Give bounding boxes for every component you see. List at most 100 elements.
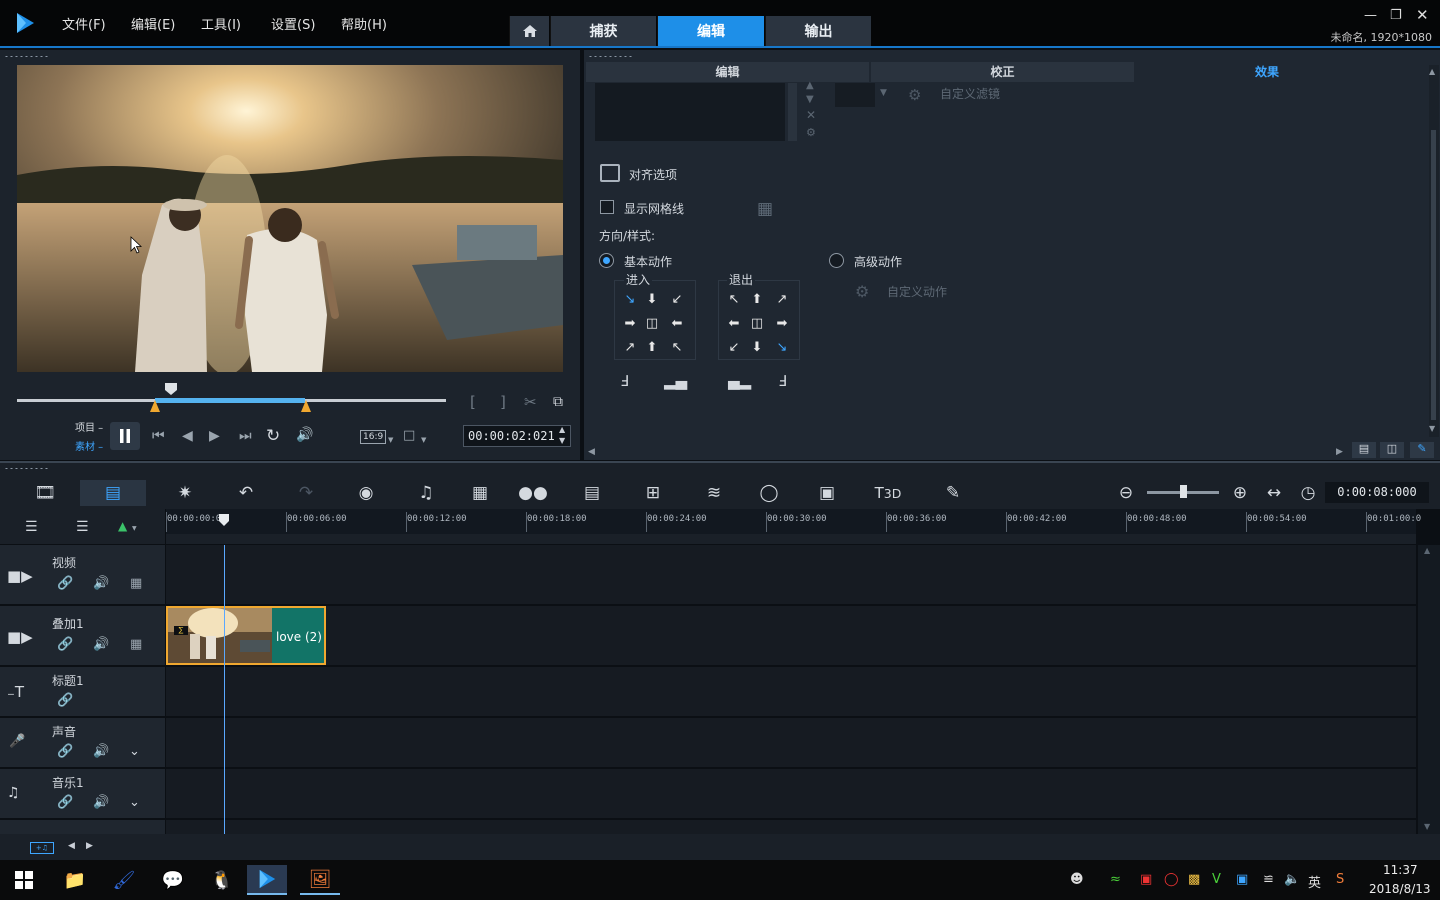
alignment-options-icon[interactable]	[600, 164, 620, 182]
grid-settings-icon[interactable]: ▦	[757, 199, 773, 219]
move-filter-down-icon[interactable]: ▼	[806, 94, 814, 105]
zoom-slider-handle[interactable]	[1180, 485, 1187, 498]
advanced-motion-label[interactable]: 高级动作	[854, 253, 902, 270]
menu-file[interactable]: 文件(F)	[62, 14, 106, 33]
mute-icon[interactable]: 🔊	[93, 744, 109, 759]
alignment-options-label[interactable]: 对齐选项	[629, 166, 677, 183]
exit-bottom-button[interactable]: ⬇	[748, 338, 766, 356]
split-screen-icon[interactable]: ✎	[937, 480, 969, 506]
tab-capture[interactable]: 捕获	[550, 16, 656, 46]
layout-dual-icon[interactable]: ◫	[1380, 442, 1404, 458]
wechat-icon[interactable]: 💬	[153, 865, 193, 895]
options-tab-effect[interactable]: 效果	[1136, 62, 1398, 82]
link-icon[interactable]: 🔗	[57, 693, 73, 708]
track-header-overlay[interactable]: ■▶ 叠加1 🔗 🔊 ▦	[0, 606, 165, 666]
menu-edit[interactable]: 编辑(E)	[131, 14, 175, 33]
exit-right-button[interactable]: ➡	[773, 314, 791, 332]
custom-filter-icon[interactable]: ⚙	[908, 86, 921, 104]
enlarge-preview-icon[interactable]: ⧉	[553, 394, 563, 410]
minimize-button[interactable]: —	[1364, 8, 1377, 23]
link-icon[interactable]: 🔗	[57, 576, 73, 591]
add-track-icon[interactable]: ☰	[76, 519, 89, 535]
exit-top-button[interactable]: ⬆	[748, 290, 766, 308]
aspect-ratio-dropdown[interactable]: 16:9	[360, 430, 387, 444]
tab-share[interactable]: 输出	[765, 16, 871, 46]
custom-motion-icon[interactable]: ⚙	[855, 282, 869, 301]
tl-scroll-right-icon[interactable]: ▶	[86, 841, 93, 851]
remove-filter-icon[interactable]: ✕	[806, 108, 816, 122]
chapter-cue-icon[interactable]: ▲	[118, 519, 127, 533]
track-row-video[interactable]	[166, 545, 1416, 605]
speaker-icon[interactable]: 🔈	[1284, 872, 1300, 887]
tray-app-red-icon[interactable]: ▣	[1140, 872, 1152, 887]
enter-left-button[interactable]: ➡	[621, 314, 639, 332]
enter-bottom-right-button[interactable]: ↖	[668, 338, 686, 356]
go-to-start-icon[interactable]: ⏮	[152, 428, 165, 444]
enter-right-button[interactable]: ⬅	[668, 314, 686, 332]
tl-scroll-up-icon[interactable]: ▲	[1424, 546, 1430, 555]
exit-bottom-right-button[interactable]: ↘	[773, 338, 791, 356]
time-remapping-icon[interactable]: ≋	[698, 480, 730, 506]
record-capture-icon[interactable]: ◉	[350, 480, 382, 506]
aspect-dropdown-chevron-icon[interactable]: ▼	[388, 436, 393, 444]
add-track-footer-icon[interactable]: +♫	[30, 842, 54, 854]
enter-bottom-button[interactable]: ⬆	[643, 338, 661, 356]
track-row-music[interactable]	[166, 769, 1416, 819]
network-icon[interactable]: ≌	[1263, 872, 1274, 887]
track-header-title[interactable]: ₋T 标题1 🔗	[0, 667, 165, 717]
mute-icon[interactable]: 🔊	[93, 637, 109, 652]
split-clip-icon[interactable]: ✂	[524, 393, 537, 411]
mode-clip-label[interactable]: 素材 –	[75, 438, 103, 453]
ripple-edit-icon[interactable]: ▦	[130, 637, 142, 652]
qq-icon[interactable]: 🐧	[202, 865, 242, 895]
panel-grip[interactable]	[588, 55, 632, 58]
zoom-out-icon[interactable]: ⊖	[1110, 480, 1142, 506]
exit-top-left-button[interactable]: ↖	[725, 290, 743, 308]
mute-icon[interactable]: 🔊	[93, 576, 109, 591]
scroll-up-icon[interactable]: ▲	[1429, 67, 1435, 76]
custom-motion-label[interactable]: 自定义动作	[887, 283, 947, 300]
basic-motion-label[interactable]: 基本动作	[624, 253, 672, 270]
start-button[interactable]	[4, 865, 44, 895]
fade-in-rotate-icon[interactable]: Ⅎ	[620, 372, 629, 390]
link-icon[interactable]: 🔗	[57, 744, 73, 759]
show-grid-checkbox[interactable]	[600, 200, 614, 214]
options-scroll-thumb[interactable]	[1431, 130, 1436, 420]
trim-out-handle[interactable]	[301, 400, 311, 412]
exit-center-button[interactable]: ◫	[748, 314, 766, 332]
options-tab-correction[interactable]: 校正	[871, 62, 1134, 82]
filter-settings-icon[interactable]: ⚙	[806, 126, 816, 139]
repeat-icon[interactable]: ↻	[266, 426, 280, 446]
timeline-v-scrollbar[interactable]	[1418, 545, 1440, 834]
exit-top-right-button[interactable]: ↗	[773, 290, 791, 308]
zoom-in-icon[interactable]: ⊕	[1224, 480, 1256, 506]
crop-dropdown-chevron-icon[interactable]: ▼	[421, 436, 426, 444]
track-header-music[interactable]: ♫ 音乐1 🔗 🔊 ⌄	[0, 769, 165, 819]
go-to-end-icon[interactable]: ⏭	[239, 428, 252, 444]
storyboard-view-icon[interactable]: 🎞	[29, 480, 61, 506]
crop-tool-icon[interactable]: □	[403, 428, 415, 443]
tray-app-circle-icon[interactable]: ◯	[1164, 872, 1179, 887]
track-row-voice[interactable]	[166, 718, 1416, 768]
clock-date[interactable]: 2018/8/13	[1369, 882, 1431, 896]
chapter-cue-chevron-icon[interactable]: ▼	[132, 525, 137, 532]
mute-icon[interactable]: 🔊	[93, 795, 109, 810]
track-row-title[interactable]	[166, 667, 1416, 717]
close-button[interactable]: ✕	[1416, 6, 1429, 24]
mark-out-button[interactable]: ]	[500, 393, 506, 411]
tl-scroll-left-icon[interactable]: ◀	[68, 841, 75, 851]
pan-zoom-icon[interactable]: ▣	[811, 480, 843, 506]
tab-edit[interactable]: 编辑	[657, 16, 764, 46]
enter-top-left-button[interactable]: ↘	[621, 290, 639, 308]
tray-app-green-icon[interactable]: V	[1212, 872, 1221, 887]
next-frame-icon[interactable]: ▶	[209, 428, 220, 444]
sogou-input-icon[interactable]: S	[1336, 872, 1344, 887]
layout-single-icon[interactable]: ▤	[1352, 442, 1376, 458]
link-icon[interactable]: 🔗	[57, 637, 73, 652]
filter-preset-chevron-icon[interactable]: ▼	[880, 88, 887, 98]
expand-chevron-icon[interactable]: ⌄	[129, 795, 140, 810]
scroll-right-icon[interactable]: ▶	[1336, 447, 1343, 457]
trim-in-handle[interactable]	[150, 400, 160, 412]
multi-camera-icon[interactable]: ⊞	[637, 480, 669, 506]
mask-creator-icon[interactable]: ◯	[753, 480, 785, 506]
